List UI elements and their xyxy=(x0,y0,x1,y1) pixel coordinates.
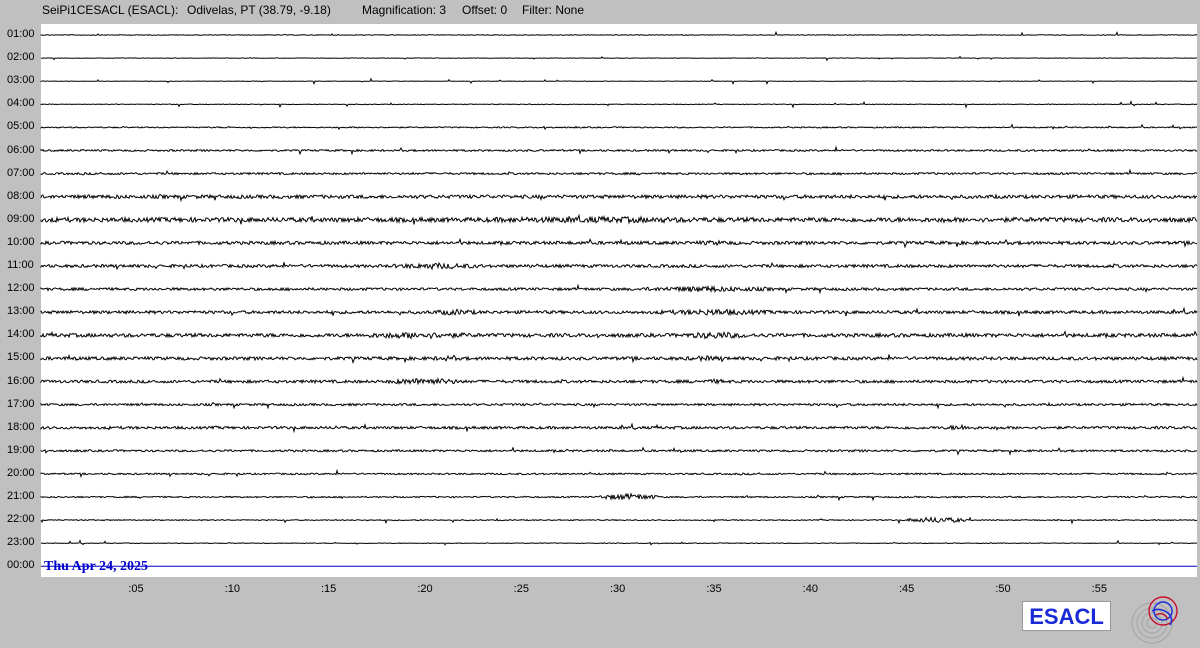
hour-label: 09:00 xyxy=(7,212,35,225)
magnification-label: Magnification: 3 xyxy=(362,3,447,17)
date-label: Thu Apr 24, 2025 xyxy=(44,559,148,574)
offset-label: Offset: 0 xyxy=(462,3,508,17)
hour-label: 20:00 xyxy=(7,466,35,479)
minute-tick-label: :25 xyxy=(513,583,529,595)
hour-label: 12:00 xyxy=(7,282,35,295)
hour-label: 17:00 xyxy=(7,397,35,410)
hour-label: 08:00 xyxy=(7,189,35,202)
hour-label: 16:00 xyxy=(7,374,35,387)
hour-label: 00:00 xyxy=(7,559,35,572)
esacl-logo: ESACL xyxy=(1022,601,1111,631)
minute-tick-label: :50 xyxy=(995,583,1011,595)
hour-label: 02:00 xyxy=(7,51,35,64)
hour-label: 10:00 xyxy=(7,235,35,248)
hour-label: 01:00 xyxy=(7,28,35,40)
minute-tick-label: :05 xyxy=(128,583,144,595)
helicorder-plot xyxy=(41,24,1197,577)
hour-label: 03:00 xyxy=(7,74,35,87)
hour-label: 22:00 xyxy=(7,513,35,526)
hour-label: 13:00 xyxy=(7,305,35,318)
station-label: SeiPi1CESACL (ESACL): xyxy=(42,3,179,17)
hour-label: 05:00 xyxy=(7,120,35,133)
minute-tick-label: :30 xyxy=(610,583,626,595)
location-label: Odivelas, PT (38.79, -9.18) xyxy=(187,3,331,17)
minute-tick-label: :35 xyxy=(706,583,722,595)
minute-tick-label: :55 xyxy=(1091,583,1107,595)
hour-label: 07:00 xyxy=(7,166,35,179)
minute-tick-label: :45 xyxy=(899,583,915,595)
minute-tick-label: :10 xyxy=(224,583,240,595)
hour-label: 23:00 xyxy=(7,536,35,549)
minute-tick-label: :20 xyxy=(417,583,433,595)
hour-label: 06:00 xyxy=(7,143,35,156)
hour-label: 21:00 xyxy=(7,490,35,502)
filter-label: Filter: None xyxy=(522,3,585,17)
minute-tick-label: :15 xyxy=(321,583,337,595)
hour-label: 15:00 xyxy=(7,351,35,364)
hour-label: 11:00 xyxy=(7,259,34,271)
hour-label: 18:00 xyxy=(7,420,35,433)
header: SeiPi1CESACL (ESACL): Odivelas, PT (38.7… xyxy=(0,0,1200,22)
minute-tick-label: :40 xyxy=(802,583,818,595)
hour-label: 14:00 xyxy=(7,328,35,341)
seismograph-emblem-icon xyxy=(1131,596,1178,644)
hour-label: 04:00 xyxy=(7,97,35,110)
hour-label: 19:00 xyxy=(7,443,35,456)
